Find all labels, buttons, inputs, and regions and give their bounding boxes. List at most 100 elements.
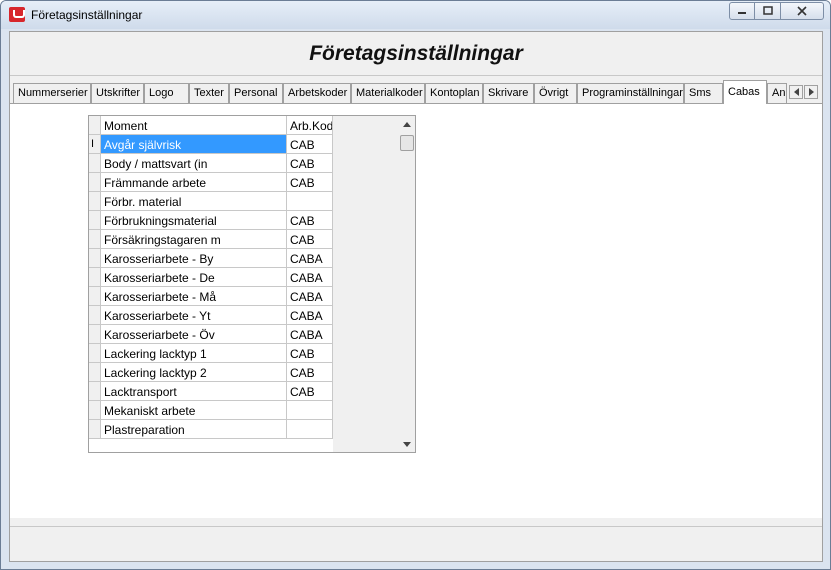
cell-moment[interactable]: Karosseriarbete - Må [101,287,287,306]
tab-logo[interactable]: Logo [144,83,189,103]
column-header-arb-kod[interactable]: Arb.Kod [287,116,333,135]
cell-moment[interactable]: Lackering lacktyp 2 [101,363,287,382]
cell-moment[interactable]: Mekaniskt arbete [101,401,287,420]
cell-moment[interactable]: Förbrukningsmaterial [101,211,287,230]
chevron-left-icon [793,88,799,96]
table-row[interactable]: Försäkringstagaren m CAB [89,230,333,249]
row-header[interactable] [89,401,101,420]
cell-arb-kod[interactable]: CABA [287,268,333,287]
cell-moment[interactable]: Plastreparation [101,420,287,439]
tab-page-cabas: Moment Arb.Kod I Avgår självrisk CAB Body / m… [10,103,822,518]
cell-moment[interactable]: Försäkringstagaren m [101,230,287,249]
cell-arb-kod[interactable] [287,192,333,211]
table-row[interactable]: Karosseriarbete - Yt CABA [89,306,333,325]
cell-moment[interactable]: Body / mattsvart (in [101,154,287,173]
minimize-button[interactable] [729,2,755,20]
maximize-button[interactable] [755,2,781,20]
row-header[interactable] [89,363,101,382]
close-button[interactable] [781,2,824,20]
cell-arb-kod[interactable]: CAB [287,211,333,230]
cell-moment[interactable]: Karosseriarbete - Öv [101,325,287,344]
cell-moment[interactable]: Förbr. material [101,192,287,211]
tab-sms[interactable]: Sms [684,83,723,103]
arrow-up-icon [403,121,411,127]
cell-moment[interactable]: Främmande arbete [101,173,287,192]
cell-arb-kod[interactable] [287,420,333,439]
tab-arbetskoder[interactable]: Arbetskoder [283,83,351,103]
scroll-down-button[interactable] [399,436,415,452]
cell-moment[interactable]: Lackering lacktyp 1 [101,344,287,363]
scroll-thumb[interactable] [400,135,414,151]
cell-moment[interactable]: Karosseriarbete - By [101,249,287,268]
row-header[interactable]: I [89,135,101,154]
cell-arb-kod[interactable]: CABA [287,325,333,344]
cell-arb-kod[interactable]: CAB [287,363,333,382]
table-row[interactable]: Främmande arbete CAB [89,173,333,192]
tab-skrivare[interactable]: Skrivare [483,83,534,103]
client-area: Företagsinställningar Nummerserier Utskri… [9,31,823,562]
cell-arb-kod[interactable]: CAB [287,344,333,363]
cell-moment[interactable]: Karosseriarbete - Yt [101,306,287,325]
table-row[interactable]: Lackering lacktyp 1 CAB [89,344,333,363]
title-bar[interactable]: Företagsinställningar [1,1,830,29]
cell-arb-kod[interactable]: CAB [287,173,333,192]
cell-moment[interactable]: Karosseriarbete - De [101,268,287,287]
tab-scroll-left-button[interactable] [789,85,803,99]
tab-personal[interactable]: Personal [229,83,283,103]
maximize-icon [762,6,773,15]
cell-moment[interactable]: Lacktransport [101,382,287,401]
row-header[interactable] [89,325,101,344]
page-title: Företagsinställningar [309,41,523,65]
cell-arb-kod[interactable]: CAB [287,230,333,249]
row-header[interactable] [89,420,101,439]
row-header[interactable] [89,382,101,401]
tab-programinställningar[interactable]: Programinställningar [577,83,684,103]
tab-kontoplan[interactable]: Kontoplan [425,83,483,103]
table-row[interactable]: Karosseriarbete - Må CABA [89,287,333,306]
row-header[interactable] [89,230,101,249]
moment-grid[interactable]: Moment Arb.Kod I Avgår självrisk CAB Body / m… [88,115,416,453]
table-row[interactable]: Lacktransport CAB [89,382,333,401]
row-header[interactable] [89,306,101,325]
row-header[interactable] [89,211,101,230]
row-header[interactable] [89,192,101,211]
cell-arb-kod[interactable]: CABA [287,249,333,268]
table-row[interactable]: Lackering lacktyp 2 CAB [89,363,333,382]
cell-arb-kod[interactable]: CAB [287,154,333,173]
row-header[interactable] [89,154,101,173]
tab-scroll-right-button[interactable] [804,85,818,99]
cell-arb-kod[interactable]: CABA [287,287,333,306]
cell-arb-kod[interactable]: CABA [287,306,333,325]
tab-an[interactable]: An [767,83,787,103]
row-header[interactable] [89,287,101,306]
grid-vertical-scrollbar[interactable] [399,116,415,452]
table-row[interactable]: Karosseriarbete - De CABA [89,268,333,287]
tab-övrigt[interactable]: Övrigt [534,83,577,103]
cell-arb-kod[interactable]: CAB [287,135,333,154]
window-title: Företagsinställningar [31,8,143,22]
table-row[interactable]: I Avgår självrisk CAB [89,135,333,154]
tab-texter[interactable]: Texter [189,83,229,103]
table-row[interactable]: Förbrukningsmaterial CAB [89,211,333,230]
row-header[interactable] [89,344,101,363]
row-header[interactable] [89,249,101,268]
tab-nummerserier[interactable]: Nummerserier [13,83,91,103]
status-bar [10,526,822,559]
table-row[interactable]: Body / mattsvart (in CAB [89,154,333,173]
table-row[interactable]: Plastreparation [89,420,333,439]
column-header-moment[interactable]: Moment [101,116,287,135]
cell-arb-kod[interactable]: CAB [287,382,333,401]
cell-arb-kod[interactable] [287,401,333,420]
cell-moment[interactable]: Avgår självrisk [101,135,287,154]
tab-materialkoder[interactable]: Materialkoder [351,83,425,103]
table-row[interactable]: Förbr. material [89,192,333,211]
table-row[interactable]: Mekaniskt arbete [89,401,333,420]
chevron-right-icon [808,88,814,96]
tab-cabas[interactable]: Cabas [723,80,767,104]
tab-utskrifter[interactable]: Utskrifter [91,83,144,103]
table-row[interactable]: Karosseriarbete - Öv CABA [89,325,333,344]
table-row[interactable]: Karosseriarbete - By CABA [89,249,333,268]
scroll-up-button[interactable] [399,116,415,132]
row-header[interactable] [89,173,101,192]
row-header[interactable] [89,268,101,287]
